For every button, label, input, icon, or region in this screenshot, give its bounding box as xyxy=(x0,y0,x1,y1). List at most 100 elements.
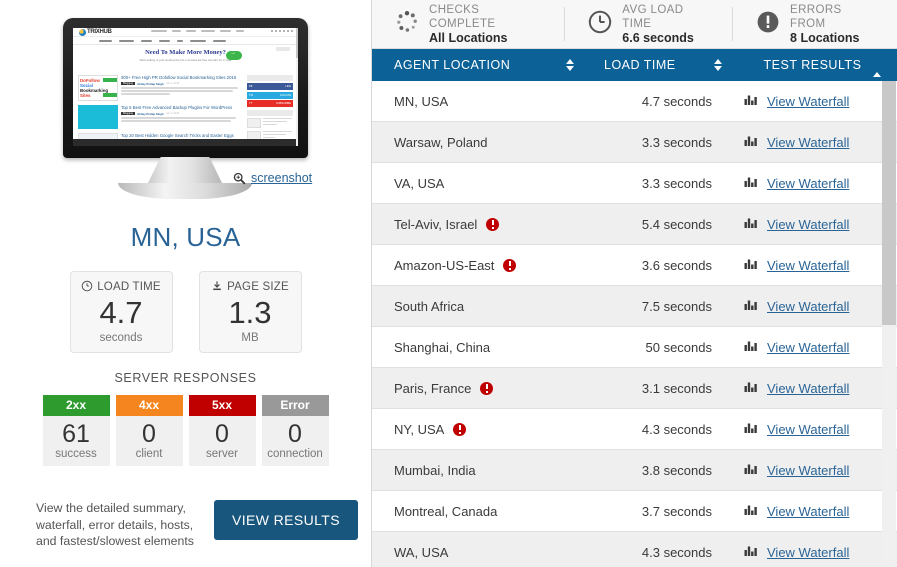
cell-test-results: View Waterfall xyxy=(734,93,897,109)
summary-bar: CHECKS COMPLETE All Locations AVG LOAD T… xyxy=(372,0,897,49)
sort-test-results-icon[interactable] xyxy=(873,58,881,77)
table-row[interactable]: MN, USA 4.7 seconds View Waterfall xyxy=(372,81,897,122)
agent-location-label: South Africa xyxy=(394,298,465,314)
test-results-page: TRIXHUB Need To Make More Money? Start s… xyxy=(0,0,897,567)
view-waterfall-link[interactable]: View Waterfall xyxy=(767,504,849,519)
summary-checks-complete: CHECKS COMPLETE All Locations xyxy=(372,4,564,45)
table-row[interactable]: Amazon-US-East 3.6 seconds View Waterfall xyxy=(372,245,897,286)
bar-chart-icon xyxy=(744,298,758,314)
column-header-test-results[interactable]: TEST RESULTS xyxy=(734,49,897,81)
view-waterfall-link[interactable]: View Waterfall xyxy=(767,299,849,314)
bar-chart-icon xyxy=(744,216,758,232)
column-header-agent-location[interactable]: AGENT LOCATION xyxy=(372,49,588,81)
load-time-card-value: 4.7 xyxy=(99,295,143,330)
cell-test-results: View Waterfall xyxy=(734,544,897,560)
view-waterfall-link[interactable]: View Waterfall xyxy=(767,135,849,150)
server-response-2xx-code: 2xx xyxy=(42,395,110,416)
locations-table-body[interactable]: MN, USA 4.7 seconds View Waterfall Warsaw, … xyxy=(372,81,897,567)
summary-errors-from-label: ERRORS FROM xyxy=(790,4,842,30)
error-badge-icon xyxy=(480,381,494,395)
page-title: MN, USA xyxy=(130,222,241,252)
cell-agent-location: Tel-Aviv, Israel xyxy=(372,217,588,232)
thumb-post-image: DoFollow Social Bookmarking Sites xyxy=(78,75,118,101)
load-time-card-unit: seconds xyxy=(99,332,143,344)
bar-chart-icon xyxy=(744,421,758,437)
cell-load-time: 3.1 seconds xyxy=(641,380,712,396)
table-scrollbar-thumb[interactable] xyxy=(882,81,896,325)
thumb-post-title: Top 5 Best Free Advanced Backup Plugins … xyxy=(121,105,233,110)
bar-chart-icon xyxy=(744,93,758,109)
column-header-load-time[interactable]: LOAD TIME xyxy=(588,49,734,81)
cell-load-time: 3.8 seconds xyxy=(641,462,712,478)
thumb-footer xyxy=(73,139,298,146)
view-waterfall-link[interactable]: View Waterfall xyxy=(767,176,849,191)
thumb-ad-slot xyxy=(276,47,290,51)
error-badge-icon xyxy=(453,422,467,436)
server-response-error-code: Error xyxy=(261,395,329,416)
server-response-4xx-count: 0 xyxy=(142,420,156,448)
thumb-trending-post xyxy=(247,118,293,128)
screenshot-link-group[interactable]: screenshot xyxy=(233,171,312,185)
thumb-trending-heading xyxy=(247,110,293,116)
thumb-nav xyxy=(73,37,298,45)
table-row[interactable]: VA, USA 3.3 seconds View Waterfall xyxy=(372,163,897,204)
view-waterfall-link[interactable]: View Waterfall xyxy=(767,422,849,437)
cell-load-time: 50 seconds xyxy=(645,339,713,355)
view-waterfall-link[interactable]: View Waterfall xyxy=(767,94,849,109)
table-row[interactable]: Paris, France 3.1 seconds View Waterfall xyxy=(372,368,897,409)
thumb-post-title: 300+ Free High PR Dofollow Social Bookma… xyxy=(121,75,237,80)
summary-checks-complete-label: CHECKS COMPLETE xyxy=(429,4,496,30)
table-row[interactable]: WA, USA 4.3 seconds View Waterfall xyxy=(372,532,897,567)
cell-test-results: View Waterfall xyxy=(734,257,897,273)
screenshot-link[interactable]: screenshot xyxy=(251,171,312,185)
table-row[interactable]: Warsaw, Poland 3.3 seconds View Waterfall xyxy=(372,122,897,163)
view-waterfall-link[interactable]: View Waterfall xyxy=(767,381,849,396)
server-response-5xx-code: 5xx xyxy=(188,395,256,416)
table-row[interactable]: Mumbai, India 3.8 seconds View Waterfall xyxy=(372,450,897,491)
agent-location-label: Shanghai, China xyxy=(394,339,491,355)
logo-mark-icon xyxy=(79,28,86,36)
bar-chart-icon xyxy=(744,257,758,273)
agent-location-label: Tel-Aviv, Israel xyxy=(394,216,478,232)
clock-icon xyxy=(587,9,613,40)
agent-location-label: Warsaw, Poland xyxy=(394,134,488,150)
error-badge-icon xyxy=(486,217,500,231)
column-header-load-time-label: LOAD TIME xyxy=(604,58,676,72)
server-response-error: Error 0 connection xyxy=(261,395,329,466)
spinner-dots-icon xyxy=(394,9,420,40)
cell-load-time: 4.7 seconds xyxy=(641,93,712,109)
view-waterfall-link[interactable]: View Waterfall xyxy=(767,340,849,355)
table-row[interactable]: Tel-Aviv, Israel 5.4 seconds View Waterfal… xyxy=(372,204,897,245)
cell-load-time: 3.6 seconds xyxy=(641,257,712,273)
sort-agent-location-icon[interactable] xyxy=(566,59,574,71)
table-row[interactable]: South Africa 7.5 seconds View Waterfall xyxy=(372,286,897,327)
column-header-agent-location-label: AGENT LOCATION xyxy=(394,58,511,72)
view-waterfall-link[interactable]: View Waterfall xyxy=(767,545,849,560)
table-row[interactable]: Shanghai, China 50 seconds View Waterfall xyxy=(372,327,897,368)
agent-location-label: VA, USA xyxy=(394,175,445,191)
view-waterfall-link[interactable]: View Waterfall xyxy=(767,463,849,478)
agent-location-label: MN, USA xyxy=(394,93,449,109)
table-scrollbar[interactable] xyxy=(882,81,896,567)
server-response-2xx: 2xx 61 success xyxy=(42,395,110,466)
table-row[interactable]: Montreal, Canada 3.7 seconds View Waterfal… xyxy=(372,491,897,532)
table-row[interactable]: NY, USA 4.3 seconds View Waterfall xyxy=(372,409,897,450)
clock-icon xyxy=(81,280,93,294)
cell-test-results: View Waterfall xyxy=(734,503,897,519)
thumb-sidebar-heading xyxy=(247,75,293,81)
cell-test-results: View Waterfall xyxy=(734,339,897,355)
thumb-scrollbar xyxy=(296,28,298,146)
server-response-4xx: 4xx 0 client xyxy=(115,395,183,466)
summary-avg-load-time-value: 6.6 seconds xyxy=(622,31,694,45)
view-waterfall-link[interactable]: View Waterfall xyxy=(767,258,849,273)
site-screenshot-thumbnail[interactable]: TRIXHUB Need To Make More Money? Start s… xyxy=(73,28,298,146)
thumb-post-author: Abhay Pratap Singh xyxy=(137,111,164,116)
thumb-hero: Need To Make More Money? Start selling o… xyxy=(73,45,298,73)
server-response-2xx-label: success xyxy=(55,448,97,460)
cell-test-results: View Waterfall xyxy=(734,462,897,478)
sort-load-time-icon[interactable] xyxy=(714,59,722,71)
view-results-button[interactable]: VIEW RESULTS xyxy=(214,500,359,540)
thumb-youtube-widget: YT SUBSCRIBE xyxy=(247,100,293,107)
view-waterfall-link[interactable]: View Waterfall xyxy=(767,217,849,232)
cell-agent-location: Warsaw, Poland xyxy=(372,135,588,150)
